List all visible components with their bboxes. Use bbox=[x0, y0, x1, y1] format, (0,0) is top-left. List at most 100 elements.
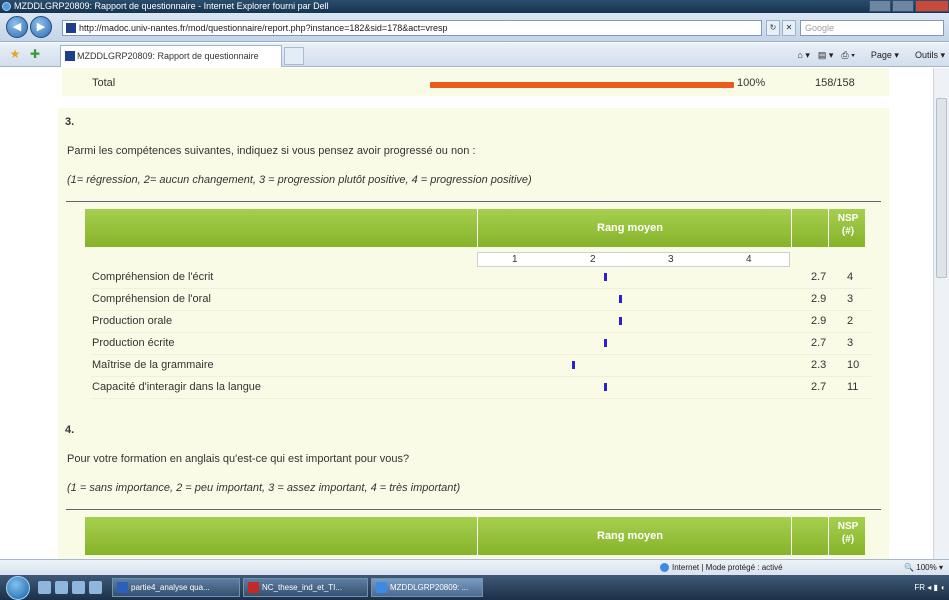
switch-windows-icon[interactable] bbox=[55, 581, 68, 594]
row-mean: 2.9 bbox=[811, 315, 827, 327]
tab-row: ★ ✚ MZDDLGRP20809: Rapport de questionna… bbox=[0, 43, 949, 67]
question-4-header: 4. Pour votre formation en anglais qu'es… bbox=[58, 416, 889, 509]
minimize-button[interactable] bbox=[869, 0, 891, 12]
row-mean: 2.9 bbox=[811, 293, 827, 305]
refresh-icon[interactable]: ↻ bbox=[766, 20, 780, 36]
start-button[interactable] bbox=[6, 576, 30, 600]
total-count: 158/158 bbox=[815, 77, 855, 89]
header-divider bbox=[477, 209, 478, 247]
tools-menu-label: Outils bbox=[914, 50, 938, 60]
feeds-icon[interactable]: ▤ ▾ bbox=[818, 48, 834, 62]
new-tab-button[interactable] bbox=[284, 47, 304, 65]
row-nsp: 11 bbox=[847, 381, 859, 393]
search-placeholder: Google bbox=[805, 23, 835, 33]
rank-marker bbox=[619, 317, 622, 325]
taskbar-item-label: MZDDLGRP20809: ... bbox=[390, 583, 469, 592]
taskbar-item[interactable]: partie4_analyse qua... bbox=[112, 578, 240, 597]
taskbar: partie4_analyse qua... NC_these_ind_et_T… bbox=[0, 575, 949, 600]
row-nsp: 4 bbox=[847, 271, 854, 283]
header-divider bbox=[791, 517, 792, 555]
page-content: Total 100% 158/158 3. Parmi les compéten… bbox=[0, 68, 933, 559]
header-nsp-label: NSP (#) bbox=[837, 521, 859, 545]
rank-marker bbox=[572, 361, 575, 369]
taskbar-item[interactable]: NC_these_ind_et_TI... bbox=[243, 578, 368, 597]
search-input[interactable]: Google bbox=[800, 20, 944, 36]
scale-tick: 1 bbox=[512, 254, 518, 265]
site-favicon-icon bbox=[66, 23, 76, 33]
rank-marker bbox=[619, 295, 622, 303]
close-button[interactable] bbox=[915, 0, 949, 12]
row-label: Compréhension de l'écrit bbox=[92, 271, 214, 283]
row-divider bbox=[91, 288, 871, 289]
address-row: ◀ ▶ http://madoc.univ-nantes.fr/mod/ques… bbox=[0, 13, 949, 42]
vertical-scrollbar[interactable] bbox=[933, 68, 949, 559]
question-4-text: Pour votre formation en anglais qu'est-c… bbox=[67, 453, 410, 465]
system-tray: FR ◂ ▮ ◖ bbox=[829, 575, 949, 600]
question-4-table: Rang moyen NSP (#) bbox=[58, 509, 889, 559]
question-3-table: Rang moyen NSP (#) 1 2 3 4 Compréhension… bbox=[58, 201, 889, 416]
taskbar-item-active[interactable]: MZDDLGRP20809: ... bbox=[371, 578, 483, 597]
tools-menu[interactable]: Outils ▾ bbox=[907, 48, 945, 62]
row-mean: 2.7 bbox=[811, 271, 827, 283]
question-3-number: 3. bbox=[65, 116, 75, 128]
volume-icon[interactable]: ◖ bbox=[940, 583, 945, 592]
row-mean: 2.7 bbox=[811, 381, 827, 393]
page-menu-label: Page bbox=[870, 50, 892, 60]
zone-label: Internet | Mode protégé : activé bbox=[672, 563, 783, 572]
security-zone: Internet | Mode protégé : activé bbox=[660, 560, 783, 575]
browser-window: MZDDLGRP20809: Rapport de questionnaire … bbox=[0, 0, 949, 600]
question-4-number: 4. bbox=[65, 424, 75, 436]
row-divider bbox=[91, 376, 871, 377]
forward-button[interactable]: ▶ bbox=[30, 16, 52, 38]
navigation-buttons: ◀ ▶ bbox=[6, 16, 54, 38]
question-3-header: 3. Parmi les compétences suivantes, indi… bbox=[58, 108, 889, 201]
address-actions: ↻ ✕ bbox=[766, 20, 798, 36]
scale-tick: 3 bbox=[668, 254, 674, 265]
network-icon[interactable]: ▮ bbox=[934, 583, 938, 592]
scrollbar-thumb[interactable] bbox=[936, 98, 947, 278]
row-nsp: 3 bbox=[847, 337, 854, 349]
question-4-legend: (1 = sans importance, 2 = peu important,… bbox=[67, 482, 461, 494]
taskbar-item-label: partie4_analyse qua... bbox=[131, 583, 210, 592]
row-label: Compréhension de l'oral bbox=[92, 293, 211, 305]
maximize-button[interactable] bbox=[892, 0, 914, 12]
stop-icon[interactable]: ✕ bbox=[782, 20, 796, 36]
status-bar: Internet | Mode protégé : activé 🔍 100% … bbox=[0, 559, 949, 575]
question-3-legend: (1= régression, 2= aucun changement, 3 =… bbox=[67, 174, 532, 186]
taskbar-item-label: NC_these_ind_et_TI... bbox=[262, 583, 343, 592]
row-mean: 2.3 bbox=[811, 359, 827, 371]
rank-marker bbox=[604, 339, 607, 347]
tab-current[interactable]: MZDDLGRP20809: Rapport de questionnaire bbox=[60, 45, 282, 67]
scale-tick: 4 bbox=[746, 254, 752, 265]
internet-explorer-icon bbox=[376, 582, 387, 593]
print-icon[interactable]: ⎙ ▾ bbox=[841, 48, 854, 62]
header-divider bbox=[828, 517, 829, 555]
header-nsp-label: NSP (#) bbox=[837, 213, 859, 237]
show-desktop-icon[interactable] bbox=[38, 581, 51, 594]
row-label: Capacité d'interagir dans la langue bbox=[92, 381, 262, 393]
rank-marker bbox=[604, 273, 607, 281]
address-input[interactable]: http://madoc.univ-nantes.fr/mod/question… bbox=[62, 20, 762, 36]
row-divider bbox=[91, 332, 871, 333]
globe-icon bbox=[660, 563, 669, 573]
window-title-bar: MZDDLGRP20809: Rapport de questionnaire … bbox=[0, 0, 949, 13]
page-menu[interactable]: Page ▾ bbox=[863, 48, 899, 62]
ie-launch-icon[interactable] bbox=[72, 581, 85, 594]
explorer-launch-icon[interactable] bbox=[89, 581, 102, 594]
home-icon[interactable]: ⌂ ▾ bbox=[797, 48, 809, 62]
row-nsp: 3 bbox=[847, 293, 854, 305]
language-indicator[interactable]: FR bbox=[914, 583, 925, 592]
total-row: Total 100% 158/158 bbox=[62, 68, 889, 96]
header-divider bbox=[477, 517, 478, 555]
zoom-level: 100% bbox=[916, 563, 937, 572]
address-url: http://madoc.univ-nantes.fr/mod/question… bbox=[79, 23, 448, 33]
table-header: Rang moyen NSP (#) bbox=[85, 209, 865, 247]
back-button[interactable]: ◀ bbox=[6, 16, 28, 38]
zoom-control[interactable]: 🔍 100% ▾ bbox=[904, 560, 943, 575]
row-mean: 2.7 bbox=[811, 337, 827, 349]
question-3-text: Parmi les compétences suivantes, indique… bbox=[67, 145, 476, 157]
row-divider bbox=[91, 354, 871, 355]
favorites-star-icon[interactable]: ★ bbox=[8, 47, 22, 61]
row-label: Maîtrise de la grammaire bbox=[92, 359, 214, 371]
add-favorite-icon[interactable]: ✚ bbox=[28, 47, 42, 61]
